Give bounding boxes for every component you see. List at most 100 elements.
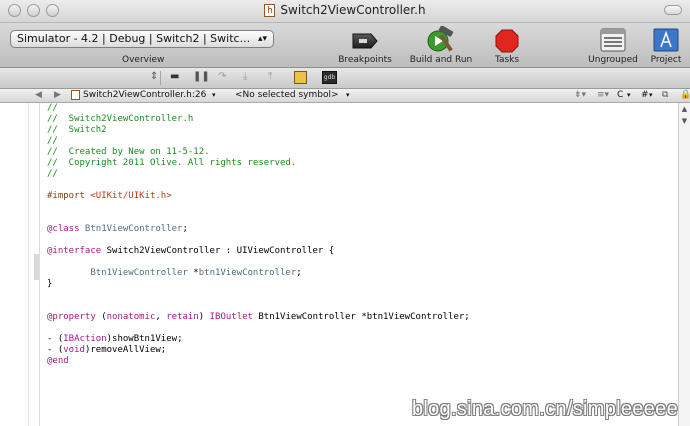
code-line[interactable]: // Switch2ViewController.h [47, 114, 470, 125]
console-icon[interactable]: gdb [322, 71, 337, 84]
code-line[interactable]: } [47, 279, 470, 290]
file-type-icon [71, 90, 80, 100]
code-line[interactable] [47, 323, 470, 334]
code-line[interactable]: @property (nonatomic, retain) IBOutlet B… [47, 312, 470, 323]
code-line[interactable]: // [47, 103, 470, 114]
window-title-bar: h Switch2ViewController.h [0, 0, 690, 23]
overview-label: Overview [122, 55, 165, 65]
breakpoint-arrow-icon [352, 33, 378, 49]
lock-icon[interactable]: 🔒 [680, 89, 690, 102]
window-title: Switch2ViewController.h [280, 3, 426, 17]
scroll-up-arrow-icon[interactable]: ▲ [680, 105, 689, 114]
code-token: <UIKit/UIKit.h> [90, 191, 172, 201]
code-line[interactable]: // Switch2 [47, 125, 470, 136]
code-line[interactable]: #import <UIKit/UIKit.h> [47, 191, 470, 202]
code-token: nonatomic [106, 312, 156, 322]
project-blueprint-icon [653, 28, 679, 52]
code-line[interactable] [47, 290, 470, 301]
code-line[interactable]: @interface Switch2ViewController : UIVie… [47, 246, 470, 257]
code-line[interactable]: - (IBAction)showBtn1View; [47, 334, 470, 345]
code-line[interactable]: @end [47, 356, 470, 367]
ungrouped-label: Ungrouped [588, 55, 638, 65]
debugger-toolbar: ⇕ ▬ ❚❚ ↷ ⤓ ⤒ gdb [0, 68, 690, 89]
code-line[interactable] [47, 235, 470, 246]
code-line[interactable] [47, 213, 470, 224]
code-line[interactable]: Btn1ViewController *btn1ViewController; [47, 268, 470, 279]
code-token: Btn1ViewController *btn1ViewController; [252, 312, 470, 322]
back-arrow-icon[interactable]: ◀ [35, 89, 42, 102]
file-history-popup[interactable]: Switch2ViewController.h:26 [83, 89, 206, 102]
project-button[interactable]: Project [648, 26, 684, 66]
step-into-icon[interactable]: ⤓ [243, 71, 247, 82]
code-token: #import [47, 191, 91, 201]
code-token: // [47, 103, 58, 113]
code-line[interactable]: // Created by New on 11-5-12. [47, 147, 470, 158]
code-line[interactable]: // [47, 169, 470, 180]
code-line[interactable]: // [47, 136, 470, 147]
window-title-container: h Switch2ViewController.h [0, 3, 690, 17]
editor-fold-divider [39, 103, 40, 426]
scroll-down-arrow-icon[interactable]: ▼ [680, 117, 689, 126]
code-token: )showBtn1View; [106, 334, 183, 344]
code-token: // [47, 169, 58, 179]
code-line[interactable]: @class Btn1ViewController; [47, 224, 470, 235]
code-token: @interface [47, 246, 102, 256]
code-line[interactable] [47, 180, 470, 191]
stepper-arrows-icon[interactable]: ⇕ [150, 71, 158, 82]
code-token: Btn1ViewController [47, 268, 188, 278]
code-token: - ( [47, 345, 64, 355]
code-token: retain [166, 312, 199, 322]
include-popup-arrows-icon: ▾ [649, 91, 653, 99]
tasks-button[interactable]: Tasks [487, 26, 527, 66]
step-over-icon[interactable]: ↷ [218, 71, 226, 82]
code-token: // Created by New on 11-5-12. [47, 147, 210, 157]
vertical-scrollbar[interactable]: ▲ ▼ [678, 103, 690, 426]
header-file-icon: h [264, 4, 276, 17]
overview-scheme-popup[interactable]: Simulator - 4.2 | Debug | Switch2 | Swit… [10, 30, 274, 48]
code-token: , [155, 312, 167, 322]
code-token: ; [296, 268, 302, 278]
code-line[interactable] [47, 202, 470, 213]
code-token: @property [47, 312, 96, 322]
breakpoint-toggle-icon[interactable]: ▬ [170, 71, 179, 82]
symbol-popup[interactable]: <No selected symbol> [235, 89, 339, 102]
code-token: @class [47, 224, 80, 234]
toolbar-toggle-button[interactable] [664, 5, 682, 15]
stop-sign-icon [495, 29, 519, 53]
step-out-icon[interactable]: ⤒ [268, 71, 272, 82]
code-token: ; [182, 224, 188, 234]
class-hierarchy-popup[interactable]: C [617, 89, 623, 102]
forward-arrow-icon[interactable]: ▶ [54, 89, 61, 102]
breakpoints-button[interactable]: Breakpoints [338, 26, 392, 66]
code-token: ) [198, 312, 210, 322]
debugger-icon[interactable] [294, 71, 307, 84]
code-token: Btn1ViewController [79, 224, 183, 234]
toolbar-divider [160, 71, 161, 85]
code-token: btn1ViewController [198, 268, 297, 278]
breakpoints-popup-icon[interactable]: ≡▾ [597, 89, 609, 102]
source-code-editor[interactable]: //// Switch2ViewController.h// Switch2//… [47, 103, 470, 367]
editor-gutter[interactable] [0, 103, 29, 426]
counterpart-icon[interactable]: ⧉ [662, 89, 668, 102]
watermark-text: blog.sina.com.cn/simpleeeee [411, 398, 678, 420]
popup-arrows-icon: ▴▾ [257, 34, 267, 44]
scheme-label: Simulator - 4.2 | Debug | Switch2 | Swit… [17, 32, 251, 45]
code-token: IBAction [63, 334, 107, 344]
project-label: Project [650, 55, 682, 65]
code-token: @end [47, 356, 69, 366]
pause-icon[interactable]: ❚❚ [193, 71, 210, 82]
code-line[interactable] [47, 257, 470, 268]
code-token: * [187, 268, 199, 278]
code-token: )removeAllView; [84, 345, 167, 355]
file-popup-arrows-icon: ▾ [212, 91, 216, 99]
build-and-run-button[interactable]: Build and Run [410, 26, 472, 66]
code-line[interactable]: // Copyright 2011 Olive. All rights rese… [47, 158, 470, 169]
code-line[interactable]: - (void)removeAllView; [47, 345, 470, 356]
class-popup-arrows-icon: ▾ [627, 91, 631, 99]
code-line[interactable] [47, 301, 470, 312]
code-token: // Switch2ViewController.h [47, 114, 194, 124]
bookmarks-popup-icon[interactable]: ⇟▾ [574, 89, 586, 102]
included-files-popup[interactable]: # [641, 89, 649, 102]
symbol-popup-arrows-icon: ▾ [346, 91, 350, 99]
ungrouped-button[interactable]: Ungrouped [586, 26, 640, 66]
